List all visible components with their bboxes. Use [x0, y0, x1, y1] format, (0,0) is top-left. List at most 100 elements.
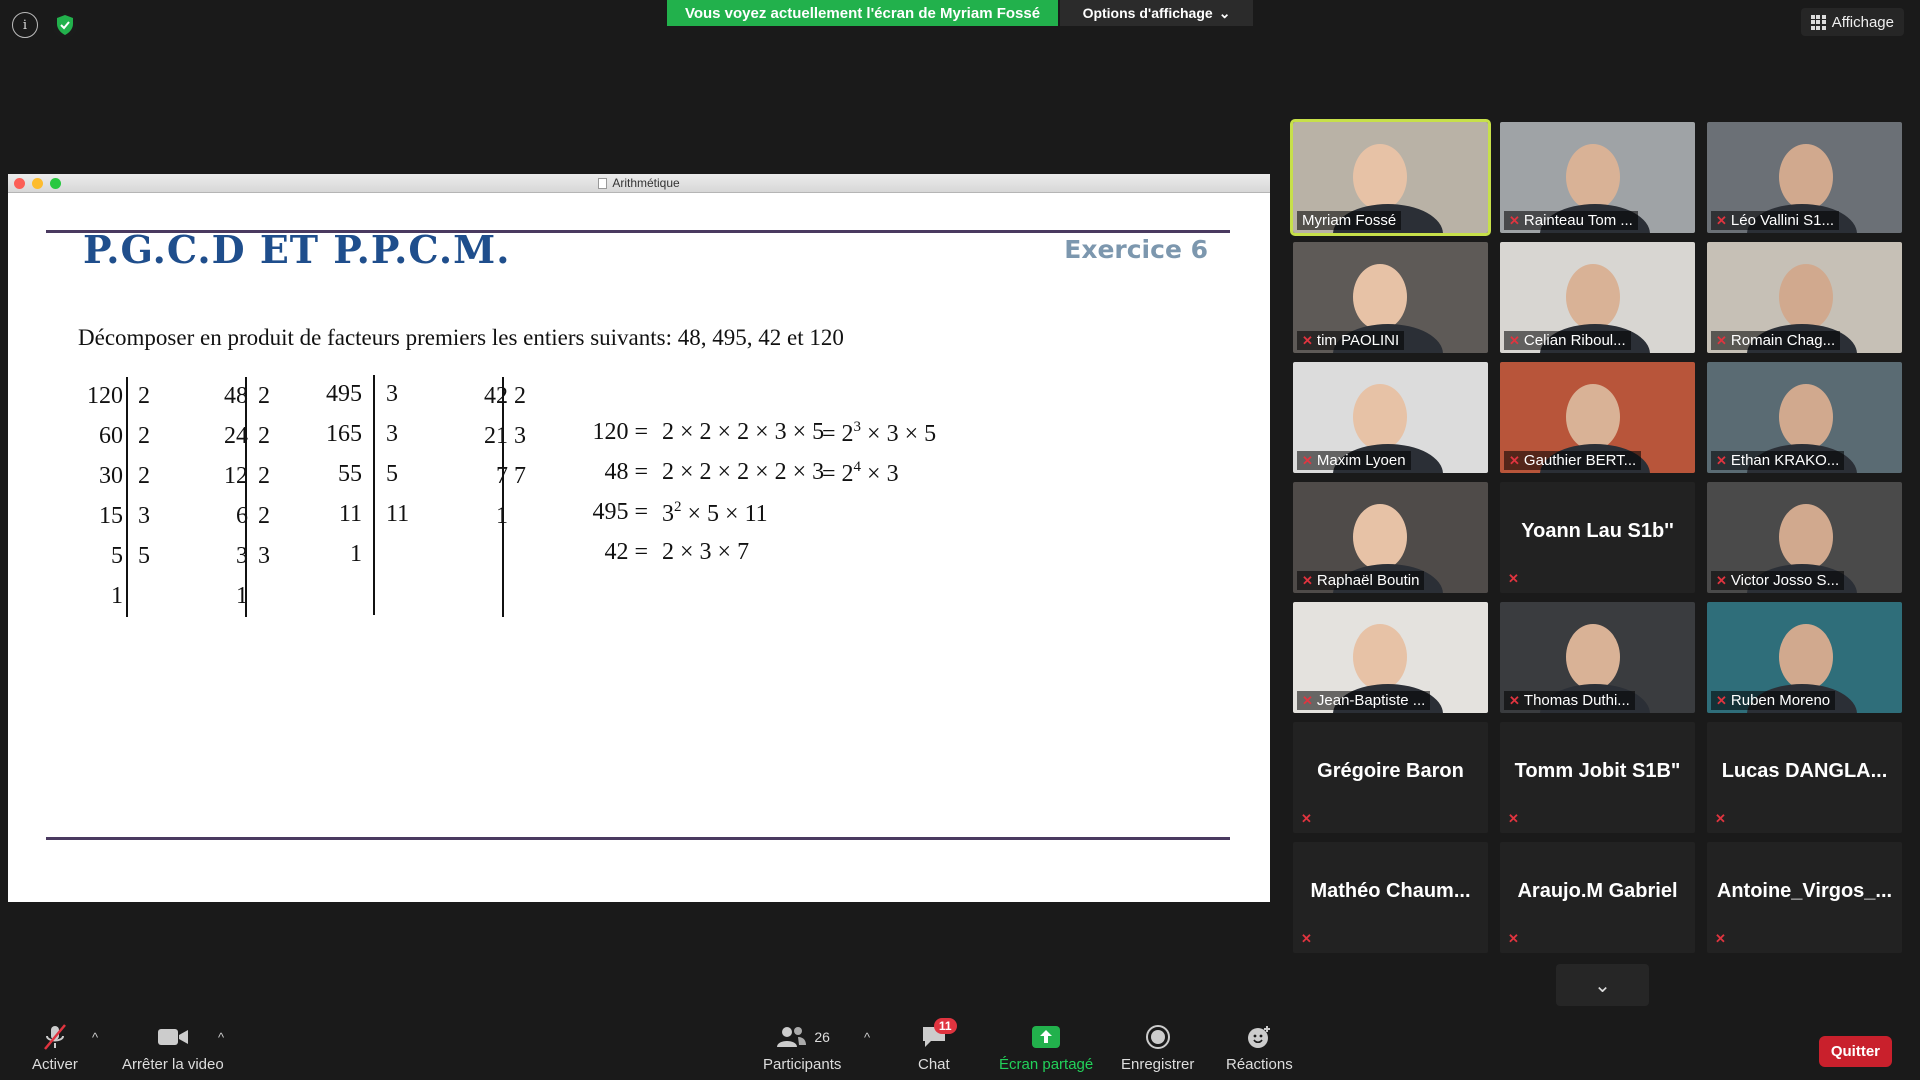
chat-icon: 11	[920, 1018, 957, 1050]
participant-name: Victor Josso S...	[1730, 572, 1840, 589]
participant-tile[interactable]: Tomm Jobit S1B" ✕	[1500, 722, 1695, 833]
factor-divisor: 2	[258, 463, 270, 489]
participant-tile[interactable]: ✕ Gauthier BERT...	[1500, 362, 1695, 473]
participant-tile[interactable]: ✕ Thomas Duthi...	[1500, 602, 1695, 713]
factor-divisor: 11	[386, 501, 410, 527]
participant-name-label: ✕ Celian Riboul...	[1504, 331, 1631, 350]
participant-tile[interactable]: Grégoire Baron ✕	[1293, 722, 1488, 833]
window-titlebar: Arithmétique	[8, 174, 1270, 193]
mic-muted-icon: ✕	[1301, 931, 1312, 946]
participant-tile[interactable]: Araujo.M Gabriel ✕	[1500, 842, 1695, 953]
encryption-shield-icon[interactable]	[52, 12, 78, 38]
factor-dividend: 1	[111, 583, 123, 609]
participant-name-label: ✕ Ethan KRAKO...	[1711, 451, 1845, 470]
reactions-button[interactable]: Réactions	[1226, 1024, 1293, 1073]
participant-tile[interactable]: ✕ tim PAOLINI	[1293, 242, 1488, 353]
factor-divisor: 2	[258, 503, 270, 529]
info-icon[interactable]: i	[12, 12, 38, 38]
instruction-text: Décomposer en produit de facteurs premie…	[78, 325, 844, 350]
participants-count: 26	[814, 1029, 830, 1045]
close-window-icon[interactable]	[14, 178, 25, 189]
participant-tile[interactable]: ✕ Ethan KRAKO...	[1707, 362, 1902, 473]
grid-icon	[1810, 14, 1826, 30]
slide-bottom-rule	[46, 837, 1230, 840]
record-button[interactable]: Enregistrer	[1121, 1024, 1194, 1073]
audio-options-caret-icon[interactable]: ^	[92, 1030, 98, 1045]
layout-view-button[interactable]: Affichage	[1800, 8, 1904, 36]
participant-name-label: ✕ Gauthier BERT...	[1504, 451, 1642, 470]
reactions-smiley-icon	[1245, 1024, 1273, 1050]
result-rhs: 32 × 5 × 11	[662, 499, 768, 527]
factor-dividend: 6	[236, 503, 248, 529]
participant-video-feed	[1779, 504, 1833, 570]
result-rhs: 2 × 2 × 2 × 3 × 5	[662, 419, 825, 445]
result-rhs: 2 × 2 × 2 × 2 × 3	[662, 459, 825, 485]
next-page-chevron-icon[interactable]: ⌄	[1556, 964, 1649, 1006]
mic-muted-icon: ✕	[1301, 811, 1312, 826]
share-screen-button[interactable]: Écran partagé	[999, 1024, 1093, 1073]
participant-tile[interactable]: ✕ Ruben Moreno	[1707, 602, 1902, 713]
meeting-toolbar: Activer ^ Arrêter la video ^ 26 Particip…	[0, 1008, 1920, 1080]
factor-divisor: 3	[386, 381, 398, 407]
participant-tile[interactable]: ✕ Léo Vallini S1...	[1707, 122, 1902, 233]
screen-share-banner: Vous voyez actuellement l'écran de Myria…	[667, 0, 1058, 26]
participant-tile[interactable]: ✕ Maxim Lyoen	[1293, 362, 1488, 473]
participant-tile[interactable]: ✕ Raphaël Boutin	[1293, 482, 1488, 593]
factor-divisor: 3	[258, 543, 270, 569]
participant-tile[interactable]: Lucas DANGLA... ✕	[1707, 722, 1902, 833]
factor-divisor: 2	[258, 423, 270, 449]
mic-muted-icon: ✕	[1715, 931, 1726, 946]
stop-video-button[interactable]: Arrêter la video	[122, 1024, 224, 1073]
video-options-caret-icon[interactable]: ^	[218, 1030, 224, 1045]
participant-name: Ethan KRAKO...	[1730, 452, 1840, 469]
participant-name: Antoine_Virgos_...	[1716, 880, 1893, 902]
participant-tile[interactable]: Mathéo Chaum... ✕	[1293, 842, 1488, 953]
division-bar	[126, 377, 128, 617]
document-icon	[598, 177, 608, 189]
factor-dividend: 1	[350, 541, 362, 567]
factor-dividend: 3	[236, 543, 248, 569]
participant-name-label: ✕ Jean-Baptiste ...	[1297, 691, 1431, 710]
participant-name-label: ✕ Victor Josso S...	[1711, 571, 1845, 590]
participant-name: Maxim Lyoen	[1316, 452, 1406, 469]
participants-icon: 26	[774, 1024, 830, 1050]
participant-name: Celian Riboul...	[1523, 332, 1626, 349]
factor-divisor: 2	[138, 423, 150, 449]
participants-options-caret-icon[interactable]: ^	[864, 1030, 870, 1045]
participant-video-feed	[1566, 144, 1620, 210]
record-label: Enregistrer	[1121, 1056, 1195, 1073]
participants-label: Participants	[763, 1056, 842, 1073]
participant-tile[interactable]: ✕ Romain Chag...	[1707, 242, 1902, 353]
quit-meeting-button[interactable]: Quitter	[1818, 1036, 1892, 1067]
view-options-label: Options d'affichage	[1082, 5, 1213, 21]
minimize-window-icon[interactable]	[32, 178, 43, 189]
participant-tile[interactable]: Myriam Fossé	[1290, 119, 1491, 236]
participant-video-feed	[1779, 384, 1833, 450]
factor-divisor: 2	[138, 463, 150, 489]
participant-video-grid: Myriam Fossé ✕ Rainteau Tom ... ✕ Léo Vallin…	[1290, 119, 1908, 953]
maximize-window-icon[interactable]	[50, 178, 61, 189]
unmute-button[interactable]: Activer	[32, 1024, 78, 1073]
mic-muted-icon: ✕	[1716, 452, 1727, 468]
share-screen-icon	[1031, 1024, 1061, 1050]
participant-tile[interactable]: Yoann Lau S1b'' ✕	[1500, 482, 1695, 593]
factor-dividend: 495	[326, 381, 362, 407]
chat-button[interactable]: 11 Chat	[918, 1018, 957, 1073]
mic-muted-icon: ✕	[1302, 572, 1313, 588]
participant-tile[interactable]: Antoine_Virgos_... ✕	[1707, 842, 1902, 953]
view-options-dropdown[interactable]: Options d'affichage ⌄	[1060, 0, 1253, 26]
mic-muted-icon: ✕	[1302, 452, 1313, 468]
shared-screen: Arithmétique P.G.C.D ET P.P.C.M. Exercic…	[8, 174, 1270, 902]
participant-name: Grégoire Baron	[1317, 760, 1464, 782]
participants-button[interactable]: 26 Participants	[763, 1024, 841, 1073]
participant-tile[interactable]: ✕ Rainteau Tom ...	[1500, 122, 1695, 233]
participant-video-feed	[1779, 144, 1833, 210]
factor-dividend: 48	[224, 383, 248, 409]
mic-muted-icon: ✕	[1716, 212, 1727, 228]
participant-name-label: ✕ tim PAOLINI	[1297, 331, 1405, 350]
participant-tile[interactable]: ✕ Jean-Baptiste ...	[1293, 602, 1488, 713]
mic-muted-icon: ✕	[1716, 332, 1727, 348]
participant-tile[interactable]: ✕ Victor Josso S...	[1707, 482, 1902, 593]
factor-dividend: 60	[99, 423, 123, 449]
participant-tile[interactable]: ✕ Celian Riboul...	[1500, 242, 1695, 353]
